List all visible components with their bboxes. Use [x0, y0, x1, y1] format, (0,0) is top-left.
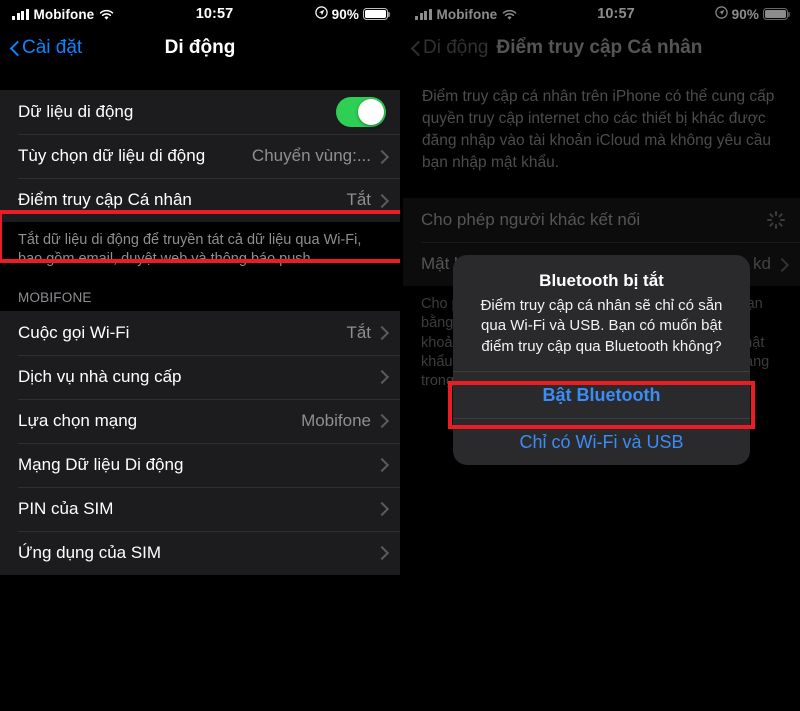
- status-bar-right-group: 90%: [314, 6, 391, 22]
- battery-percent-label: 90%: [331, 6, 359, 22]
- row-label: Mạng Dữ liệu Di động: [18, 454, 184, 474]
- top-spacer: [0, 68, 400, 90]
- row-sim-pin[interactable]: PIN của SIM: [0, 486, 400, 531]
- row-mobile-data-options[interactable]: Tùy chọn dữ liệu di động Chuyển vùng:...: [0, 134, 400, 178]
- left-phone-screen: Mobifone 10:57 90% Cài đặt Di động Dữ li…: [0, 0, 400, 711]
- row-network-selection[interactable]: Lựa chọn mạng Mobifone: [0, 398, 400, 443]
- row-wifi-calling[interactable]: Cuộc gọi Wi-Fi Tắt: [0, 311, 400, 355]
- row-mobile-data-network[interactable]: Mạng Dữ liệu Di động: [0, 442, 400, 487]
- row-label: Dịch vụ nhà cung cấp: [18, 366, 182, 386]
- alert-title: Bluetooth bị tắt: [539, 271, 664, 290]
- chevron-right-icon: [377, 325, 386, 340]
- wifi-icon: [99, 8, 114, 20]
- battery-icon: [363, 8, 391, 20]
- bluetooth-alert-dialog: Bluetooth bị tắt Điểm truy cập cá nhân s…: [453, 255, 750, 465]
- row-value: Tắt: [346, 322, 371, 342]
- status-bar-left-group: Mobifone: [12, 7, 114, 22]
- chevron-right-icon: [377, 193, 386, 208]
- chevron-left-icon: [10, 40, 20, 57]
- row-value: Tắt: [346, 190, 371, 209]
- enable-bluetooth-button[interactable]: Bật Bluetooth: [453, 370, 750, 418]
- chevron-right-icon: [377, 545, 386, 560]
- cellular-settings-group: Dữ liệu di động Tùy chọn dữ liệu di động…: [0, 90, 400, 222]
- mobile-data-toggle[interactable]: [336, 97, 386, 127]
- row-label: Tùy chọn dữ liệu di động: [18, 146, 206, 165]
- alert-body: Bluetooth bị tắt Điểm truy cập cá nhân s…: [453, 255, 750, 371]
- row-sim-applications[interactable]: Ứng dụng của SIM: [0, 530, 400, 575]
- status-bar-left: Mobifone 10:57 90%: [0, 0, 400, 28]
- carrier-label: Mobifone: [33, 6, 95, 22]
- row-personal-hotspot[interactable]: Điểm truy cập Cá nhân Tắt: [0, 178, 400, 222]
- alert-message: Điểm truy cập cá nhân sẽ chỉ có sẵn qua …: [480, 297, 723, 355]
- row-label: Ứng dụng của SIM: [18, 542, 162, 562]
- chevron-right-icon: [377, 501, 386, 516]
- row-carrier-services[interactable]: Dịch vụ nhà cung cấp: [0, 354, 400, 399]
- carrier-settings-group: Cuộc gọi Wi-Fi Tắt Dịch vụ nhà cung cấp …: [0, 310, 400, 575]
- row-label: Dữ liệu di động: [18, 102, 134, 121]
- right-phone-screen: Mobifone 10:57 90% Di động Điểm truy cập…: [403, 0, 800, 711]
- section-header-carrier: MOBIFONE: [18, 289, 92, 305]
- row-label: Điểm truy cập Cá nhân: [18, 190, 192, 209]
- row-label: Cuộc gọi Wi-Fi: [18, 322, 130, 342]
- nav-bar-left: Cài đặt Di động: [0, 28, 400, 68]
- location-arrow-icon: [314, 6, 328, 22]
- row-label: Lựa chọn mạng: [18, 410, 138, 430]
- row-label: PIN của SIM: [18, 498, 114, 518]
- wifi-usb-only-button[interactable]: Chỉ có Wi-Fi và USB: [453, 417, 750, 465]
- chevron-right-icon: [377, 413, 386, 428]
- row-mobile-data[interactable]: Dữ liệu di động: [0, 90, 400, 134]
- screenshot-root: Mobifone 10:57 90% Cài đặt Di động Dữ li…: [0, 0, 800, 711]
- cellular-footer-text: Tắt dữ liệu di động để truyền tát cả dữ …: [18, 232, 362, 268]
- back-button-settings[interactable]: Cài đặt: [10, 37, 82, 59]
- chevron-right-icon: [377, 149, 386, 164]
- back-button-label: Cài đặt: [22, 37, 83, 58]
- chevron-right-icon: [377, 369, 386, 384]
- signal-bars-icon: [12, 8, 29, 20]
- row-value: Mobifone: [301, 410, 371, 430]
- row-value: Chuyển vùng:...: [251, 146, 371, 165]
- chevron-right-icon: [377, 457, 386, 472]
- clock-label: 10:57: [195, 6, 234, 22]
- toggle-knob: [358, 99, 384, 125]
